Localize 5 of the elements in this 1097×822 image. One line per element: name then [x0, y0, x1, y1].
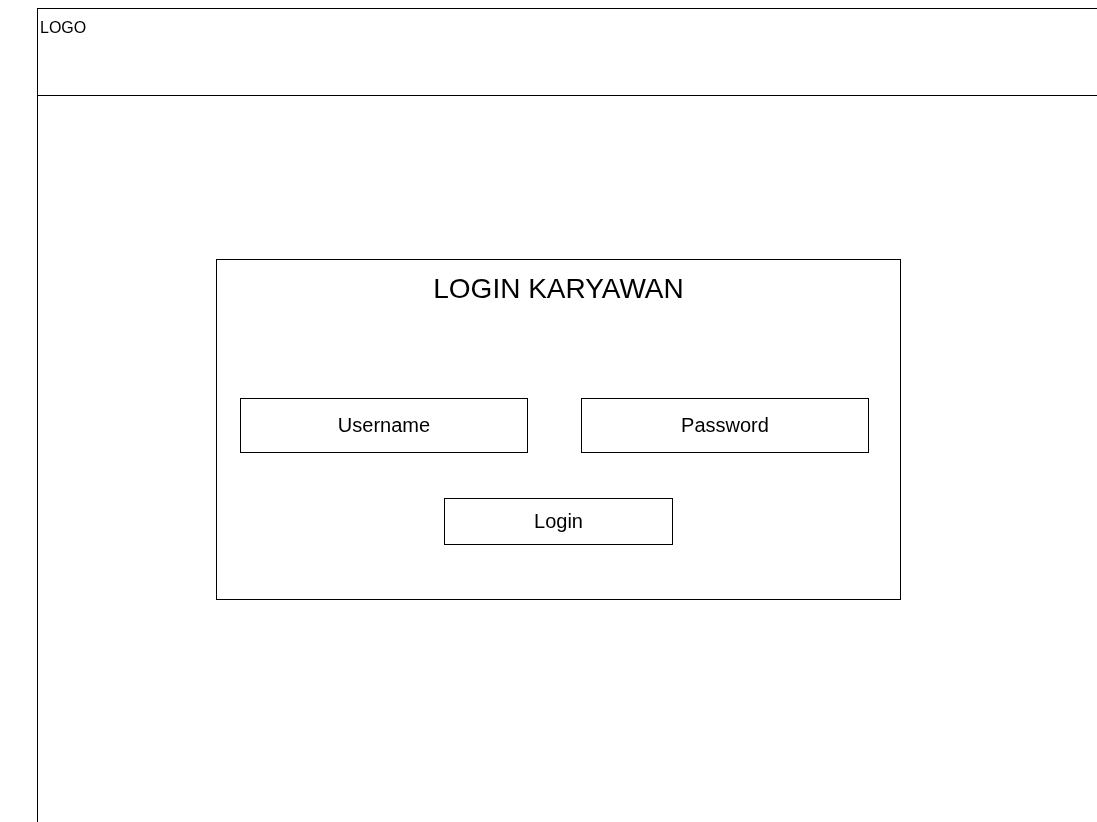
- login-button[interactable]: Login: [444, 498, 673, 545]
- password-field[interactable]: Password: [581, 398, 869, 453]
- login-title: LOGIN KARYAWAN: [433, 272, 684, 306]
- logo-text: LOGO: [39, 18, 87, 37]
- username-field[interactable]: Username: [240, 398, 528, 453]
